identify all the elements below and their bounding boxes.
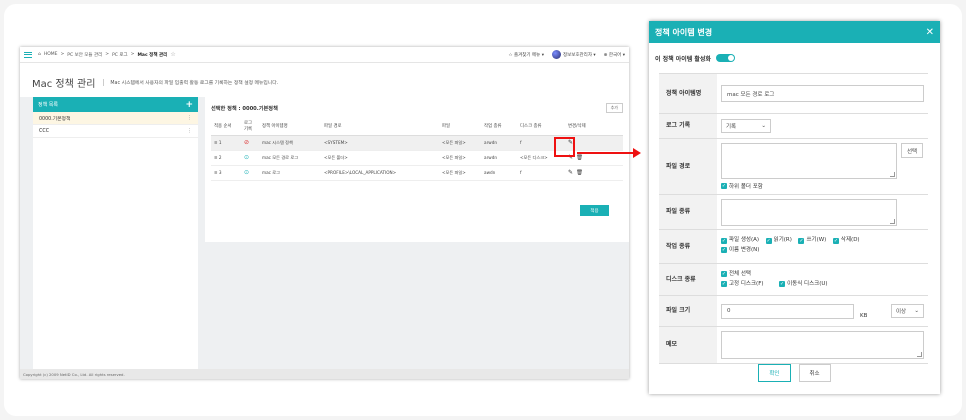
policy-detail-header: 선택한 정책 : 0000.기본정책 추가 — [211, 101, 623, 115]
disk-fixed-checkbox[interactable]: ✓ 고정 디스크(F) — [721, 279, 764, 289]
close-icon[interactable]: ✕ — [926, 27, 934, 38]
trash-icon[interactable]: 🗑 — [576, 155, 583, 161]
footer: Copyright (c) 2009 NetID Co., Ltd. All r… — [20, 369, 629, 379]
edit-highlight-box — [554, 137, 575, 157]
breadcrumb-pc-log[interactable]: PC 로그 — [112, 52, 128, 58]
activate-row: 이 정책 아이템 활성화 — [649, 49, 940, 67]
row-disk: 디스크 종류 ✓ 전체 선택 ✓ 고정 디스크(F) ✓ 이동식 디스크(U) — [659, 264, 928, 296]
table-header-row: 적용 순서 로그 기록 정책 아이템명 파일 경로 파일 작업 종류 디스크 종… — [211, 117, 623, 136]
cancel-button[interactable]: 취소 — [798, 364, 831, 382]
ok-button[interactable]: 확인 — [758, 364, 791, 382]
breadcrumb-home[interactable]: HOME — [44, 52, 58, 57]
file-size-input[interactable]: 0 — [721, 303, 854, 319]
trash-icon[interactable]: 🗑 — [576, 170, 583, 176]
no-log-icon: ⊘ — [244, 139, 250, 146]
row-file-type: 파일 종류 — [659, 195, 928, 230]
app-window: ⌂ HOME > PC 보안 모듈 관리 > PC 로그 > Mac 정책 관리 ☆ … — [20, 47, 629, 379]
log-select[interactable]: 기록 ⌄ — [721, 119, 771, 133]
op-read-checkbox[interactable]: ✓ 읽기(R) — [765, 236, 792, 245]
table-row[interactable]: ≡ 3 ⊙ mac 로그 <PROFILE>\LOCAL_APPLICATION… — [211, 165, 623, 181]
op-rename-checkbox[interactable]: ✓ 이름 변경(N) — [721, 246, 759, 255]
menu-icon[interactable] — [24, 51, 32, 58]
chevron-down-icon: ⌄ — [761, 123, 766, 129]
star-icon[interactable]: ☆ — [170, 51, 175, 58]
size-unit: KB — [860, 313, 868, 319]
user-menu[interactable]: 정보보호관리자 ▾ — [551, 50, 596, 59]
chevron-down-icon: ⌄ — [914, 308, 919, 314]
policy-list-header: 정책 목록 + — [33, 97, 198, 112]
add-policy-icon[interactable]: + — [185, 100, 193, 110]
selected-policy-title: 선택한 정책 : 0000.기본정책 — [211, 105, 278, 112]
file-path-textarea[interactable] — [721, 143, 897, 179]
log-on-icon: ⊙ — [244, 169, 250, 176]
edit-icon[interactable]: ✎ — [568, 169, 573, 176]
row-file-size: 파일 크기 0 KB 이상 ⌄ — [659, 296, 928, 327]
kebab-icon[interactable]: ⋮ — [187, 115, 192, 121]
file-type-textarea[interactable] — [721, 199, 897, 226]
row-operation: 작업 종류 ✓ 파일 생성(A) ✓ 읽기(R) ✓ 쓰기(W) ✓ 삭제(D) ✓ 이름… — [659, 230, 928, 264]
size-compare-select[interactable]: 이상 ⌄ — [891, 304, 924, 318]
dialog-title: 정책 아이템 변경 — [655, 27, 713, 37]
kebab-icon[interactable]: ⋮ — [187, 128, 192, 134]
language-menu[interactable]: ⊕ 한국어 ▾ — [604, 52, 625, 58]
subfolder-checkbox[interactable]: ✓ 하위 폴더 포함 — [721, 182, 763, 190]
page-title: Mac 정책 관리 — [32, 79, 96, 90]
add-item-button[interactable]: 추가 — [605, 103, 623, 113]
policy-detail-panel: 선택한 정책 : 0000.기본정책 추가 적용 순서 로그 기록 정책 아이템… — [205, 97, 629, 242]
op-write-checkbox[interactable]: ✓ 쓰기(W) — [798, 236, 826, 245]
callout-arrow-line — [577, 152, 635, 154]
breadcrumb-current: Mac 정책 관리 — [137, 52, 168, 58]
title-row: Mac 정책 관리 Mac 시스템에서 사용자의 파일 입출력 활동 로그를 기… — [20, 63, 629, 98]
content-area: 정책 목록 + 0000.기본정책 ⋮ CCC ⋮ 선택한 정책 : 0000.기본… — [20, 97, 629, 369]
disk-all-checkbox[interactable]: ✓ 전체 선택 — [721, 269, 751, 279]
apply-button[interactable]: 적용 — [580, 205, 609, 216]
edit-policy-item-dialog: 정책 아이템 변경 ✕ 이 정책 아이템 활성화 정책 아이템명 mac 모든 … — [649, 21, 940, 394]
row-log: 로그 기록 기록 ⌄ — [659, 114, 928, 139]
top-right: ☆ 즐겨찾기 메뉴 ▾ 정보보호관리자 ▾ ⊕ 한국어 ▾ — [509, 50, 625, 59]
select-path-button[interactable]: 선택 — [901, 143, 924, 158]
breadcrumb: ⌂ HOME > PC 보안 모듈 관리 > PC 로그 > Mac 정책 관리 ☆ — [38, 51, 176, 58]
row-file-path: 파일 경로 선택 ✓ 하위 폴더 포함 — [659, 139, 928, 195]
dialog-footer: 확인 취소 — [649, 364, 940, 382]
policy-list-item[interactable]: CCC ⋮ — [33, 125, 198, 138]
breadcrumb-pc-module[interactable]: PC 보안 모듈 관리 — [67, 52, 102, 58]
page-description: Mac 시스템에서 사용자의 파일 입출력 활동 로그를 기록하는 정책 설정 … — [103, 79, 278, 86]
op-create-checkbox[interactable]: ✓ 파일 생성(A) — [721, 236, 759, 245]
top-bar: ⌂ HOME > PC 보안 모듈 관리 > PC 로그 > Mac 정책 관리 ☆ … — [20, 47, 629, 63]
dialog-form: 정책 아이템명 mac 모든 경로 로그 로그 기록 기록 ⌄ 파일 경로 선택 … — [659, 73, 928, 364]
item-name-input[interactable]: mac 모든 경로 로그 — [721, 85, 924, 102]
home-icon[interactable]: ⌂ — [38, 52, 41, 57]
memo-textarea[interactable] — [721, 331, 924, 359]
activate-toggle[interactable] — [715, 54, 735, 62]
row-item-name: 정책 아이템명 mac 모든 경로 로그 — [659, 74, 928, 114]
policy-list-title: 정책 목록 — [38, 102, 58, 108]
avatar — [551, 50, 561, 59]
dialog-header: 정책 아이템 변경 ✕ — [649, 21, 940, 43]
disk-removable-checkbox[interactable]: ✓ 이동식 디스크(U) — [779, 279, 828, 289]
op-delete-checkbox[interactable]: ✓ 삭제(D) — [832, 236, 860, 245]
policy-list-item[interactable]: 0000.기본정책 ⋮ — [33, 112, 198, 125]
row-memo: 메모 — [659, 327, 928, 364]
callout-arrow-head — [633, 148, 641, 158]
policy-list-panel: 정책 목록 + 0000.기본정책 ⋮ CCC ⋮ — [33, 97, 198, 369]
log-on-icon: ⊙ — [244, 154, 250, 161]
favorites-menu[interactable]: ☆ 즐겨찾기 메뉴 ▾ — [509, 52, 544, 58]
